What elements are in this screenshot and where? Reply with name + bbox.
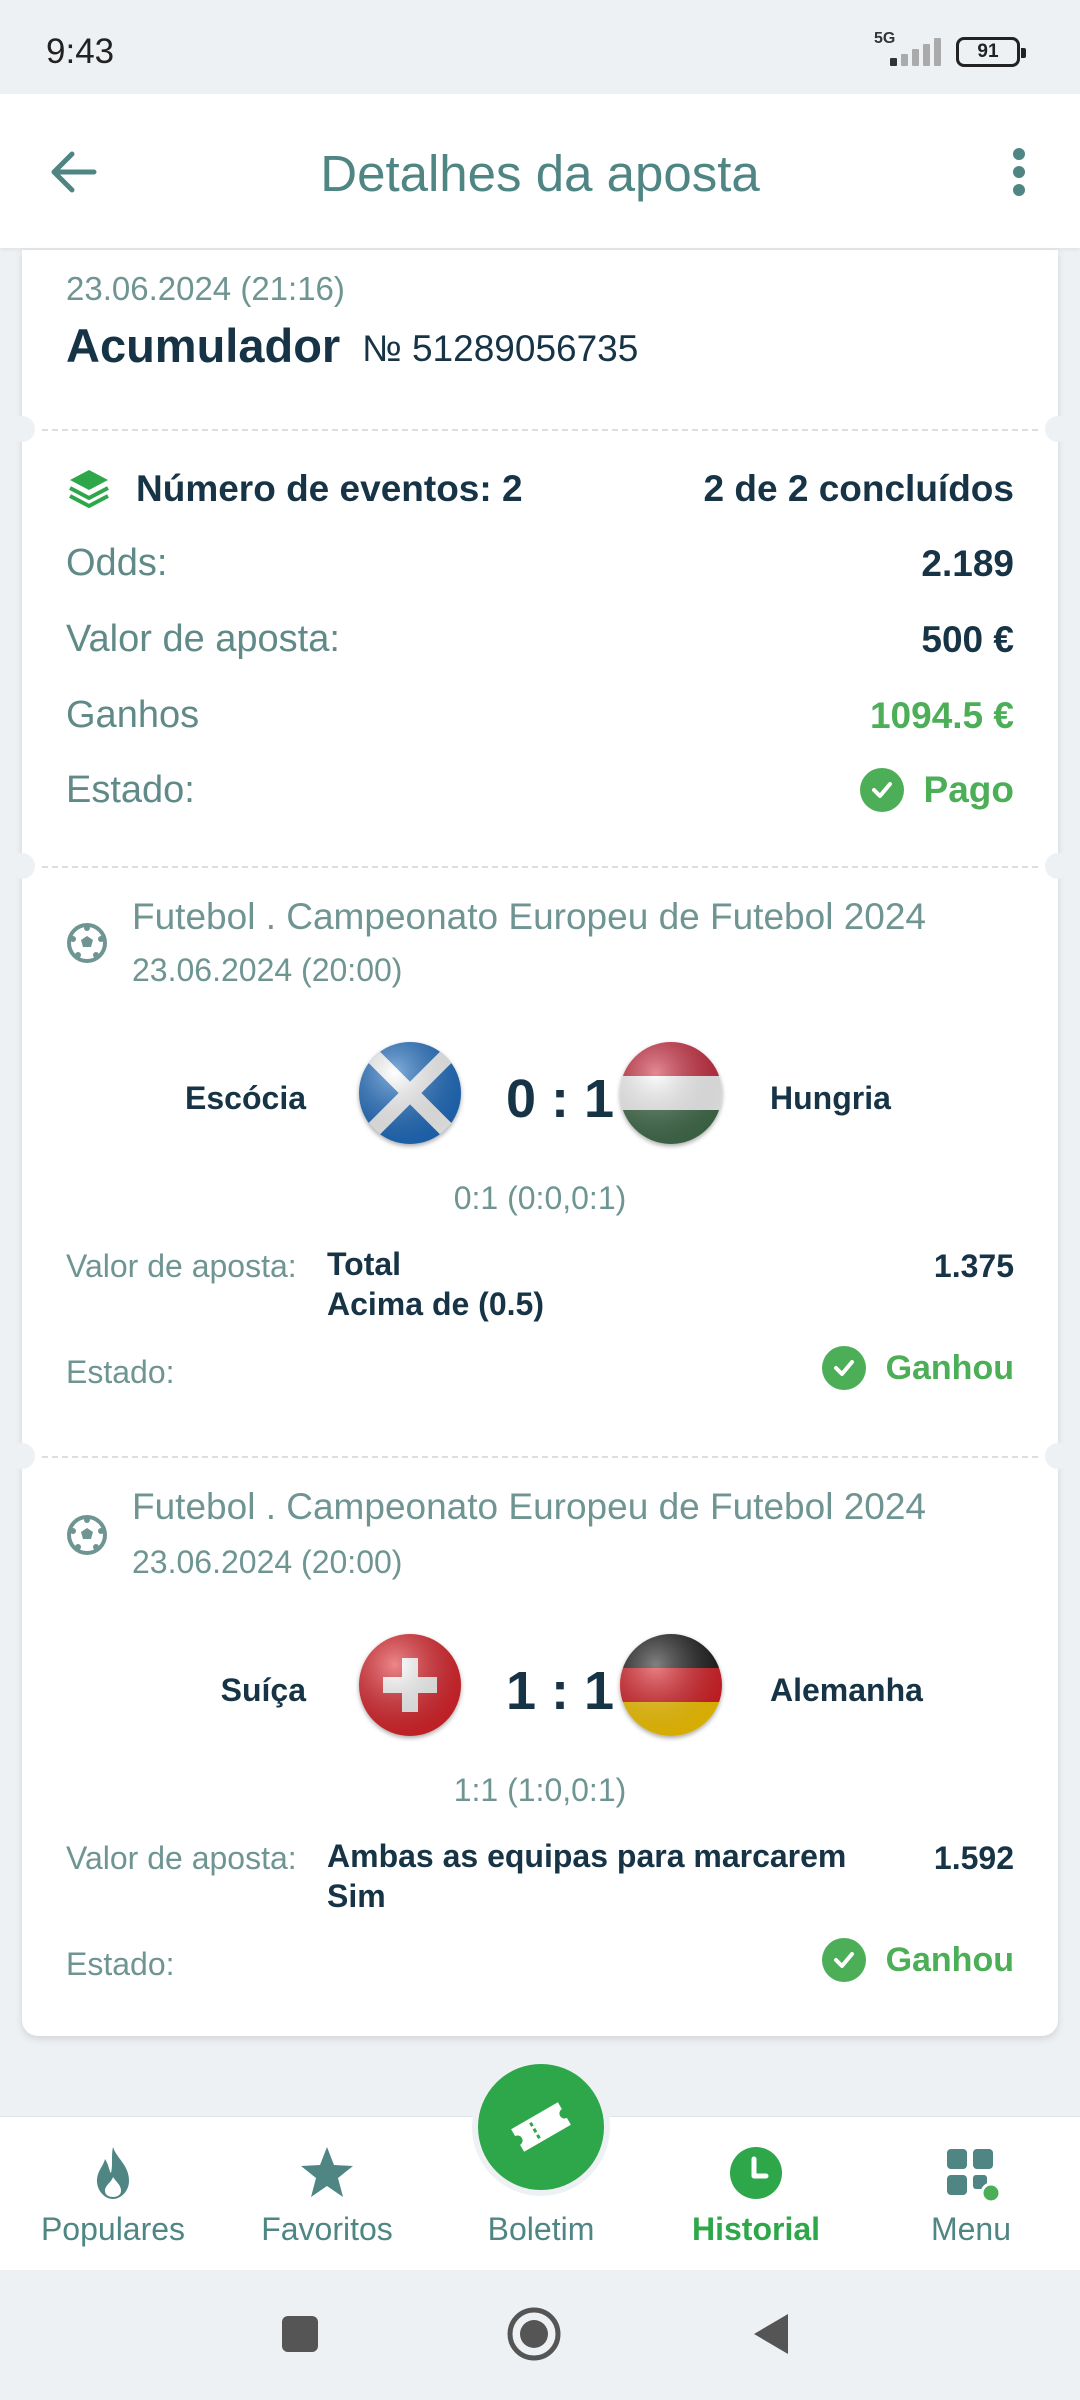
signal-icon: 5G [874, 30, 942, 70]
events-count: Número de eventos: 2 [66, 466, 523, 512]
nav-label: Populares [40, 2211, 186, 2247]
score-detail: 0:1 (0:0,0:1) [453, 1180, 627, 1216]
event-state-label: Estado: [66, 1354, 175, 1390]
back-triangle-icon[interactable] [748, 2310, 794, 2358]
event-state-value: Ganhou [885, 1348, 1014, 1387]
home-team: Escócia [185, 1080, 306, 1116]
germany-flag-icon [620, 1634, 722, 1736]
state-badge: Pago [859, 768, 1014, 812]
switzerland-flag-icon [359, 1634, 461, 1736]
winnings-label: Ganhos [66, 694, 200, 736]
ticket-type: Acumulador [66, 319, 341, 372]
state-label: Estado: [66, 768, 195, 811]
match-score: 1 : 1 [505, 1661, 615, 1721]
nav-favoritos[interactable]: Favoritos [227, 2117, 427, 2271]
network-type: 5G [874, 30, 896, 47]
event-state: Ganhou [821, 1346, 1014, 1390]
battery-icon: 91 [956, 37, 1026, 67]
away-team: Hungria [770, 1080, 891, 1116]
ticket-number: № 51289056735 [362, 328, 639, 369]
bet-odd: 1.375 [933, 1248, 1014, 1284]
page-title: Detalhes da aposta [320, 145, 760, 202]
app-header: Detalhes da aposta [0, 94, 1080, 248]
hungary-flag-icon [620, 1042, 722, 1144]
stake-row: Valor de aposta: 500 € [66, 618, 1014, 661]
bet-odd: 1.592 [933, 1840, 1014, 1876]
event-date: 23.06.2024 (20:00) [132, 952, 403, 988]
ticket-icon [511, 2102, 571, 2152]
state-value: Pago [923, 769, 1014, 810]
nav-populares[interactable]: Populares [13, 2117, 213, 2271]
nav-label: Historial [691, 2211, 821, 2247]
ticket-notch [1045, 1443, 1071, 1469]
home-icon[interactable] [506, 2306, 562, 2362]
system-navigation-bar [0, 2270, 1080, 2400]
event-league: Futebol . Campeonato Europeu de Futebol … [132, 1486, 927, 1527]
ticket-notch [9, 853, 35, 879]
bet-selection: Total Acima de (0.5) [327, 1244, 544, 1324]
check-circle-icon [821, 1938, 866, 1982]
nav-label: Menu [930, 2211, 1012, 2247]
ticket-notch [1045, 853, 1071, 879]
ticket-datetime: 23.06.2024 (21:16) [66, 270, 345, 307]
state-row: Estado: Pago [66, 768, 1014, 812]
clock-icon [730, 2147, 782, 2199]
bet-outcome: Sim [327, 1878, 386, 1914]
nav-menu[interactable]: Menu [871, 2117, 1071, 2271]
bet-label: Valor de aposta: [66, 1840, 297, 1876]
grid-menu-icon [947, 2149, 1001, 2203]
divider [42, 866, 1038, 868]
recent-apps-icon[interactable] [278, 2312, 322, 2356]
odds-row: Odds: 2.189 [66, 542, 1014, 585]
more-options-button[interactable] [994, 140, 1044, 204]
event-state: Ganhou [821, 1938, 1014, 1982]
away-team: Alemanha [770, 1672, 923, 1708]
divider [42, 1456, 1038, 1458]
home-team: Suíça [220, 1672, 306, 1708]
event-state-label: Estado: [66, 1946, 175, 1982]
bet-market: Total [327, 1246, 402, 1282]
ticket-notch [9, 1443, 35, 1469]
bet-market: Ambas as equipas para marcarem [327, 1838, 847, 1874]
event-state-value: Ganhou [885, 1940, 1014, 1979]
more-vertical-icon [1013, 148, 1025, 196]
stake-label: Valor de aposta: [66, 618, 340, 660]
nav-historial[interactable]: Historial [656, 2117, 856, 2271]
events-status: 2 de 2 concluídos [703, 468, 1014, 509]
check-circle-icon [859, 768, 904, 812]
soccer-ball-icon [67, 923, 107, 963]
stake-value: 500 € [921, 618, 1014, 660]
battery-level: 91 [977, 41, 999, 62]
odds-value: 2.189 [921, 542, 1014, 584]
bet-label: Valor de aposta: [66, 1248, 297, 1284]
event-date: 23.06.2024 (20:00) [132, 1544, 403, 1580]
events-count-label: Número de eventos: 2 [136, 468, 523, 509]
ticket-notch [9, 416, 35, 442]
star-icon [301, 2147, 353, 2197]
match-score: 0 : 1 [505, 1069, 615, 1129]
soccer-ball-icon [67, 1515, 107, 1555]
events-count-row: Número de eventos: 2 2 de 2 concluídos [66, 466, 1014, 512]
bet-details-card: 23.06.2024 (21:16) Acumulador № 51289056… [9, 250, 1071, 2036]
status-time: 9:43 [46, 32, 115, 71]
check-circle-icon [821, 1346, 866, 1390]
winnings-value: 1094.5 € [869, 694, 1014, 736]
scotland-flag-icon [359, 1042, 461, 1144]
bet-selection: Ambas as equipas para marcarem Sim [327, 1836, 846, 1916]
ticket-notch [1045, 416, 1071, 442]
divider [42, 429, 1038, 431]
betslip-button[interactable] [472, 2058, 610, 2196]
status-icons: 5G 91 [874, 30, 1026, 70]
flame-icon [97, 2147, 129, 2199]
bet-outcome: Acima de (0.5) [327, 1286, 544, 1322]
odds-label: Odds: [66, 542, 168, 584]
event-league: Futebol . Campeonato Europeu de Futebol … [132, 896, 927, 937]
nav-label: Boletim [487, 2211, 595, 2247]
nav-label: Favoritos [261, 2211, 393, 2247]
status-bar: 9:43 5G 91 [0, 0, 1080, 94]
score-detail: 1:1 (1:0,0:1) [453, 1772, 627, 1808]
layers-icon [69, 470, 109, 508]
winnings-row: Ganhos 1094.5 € [66, 694, 1014, 737]
